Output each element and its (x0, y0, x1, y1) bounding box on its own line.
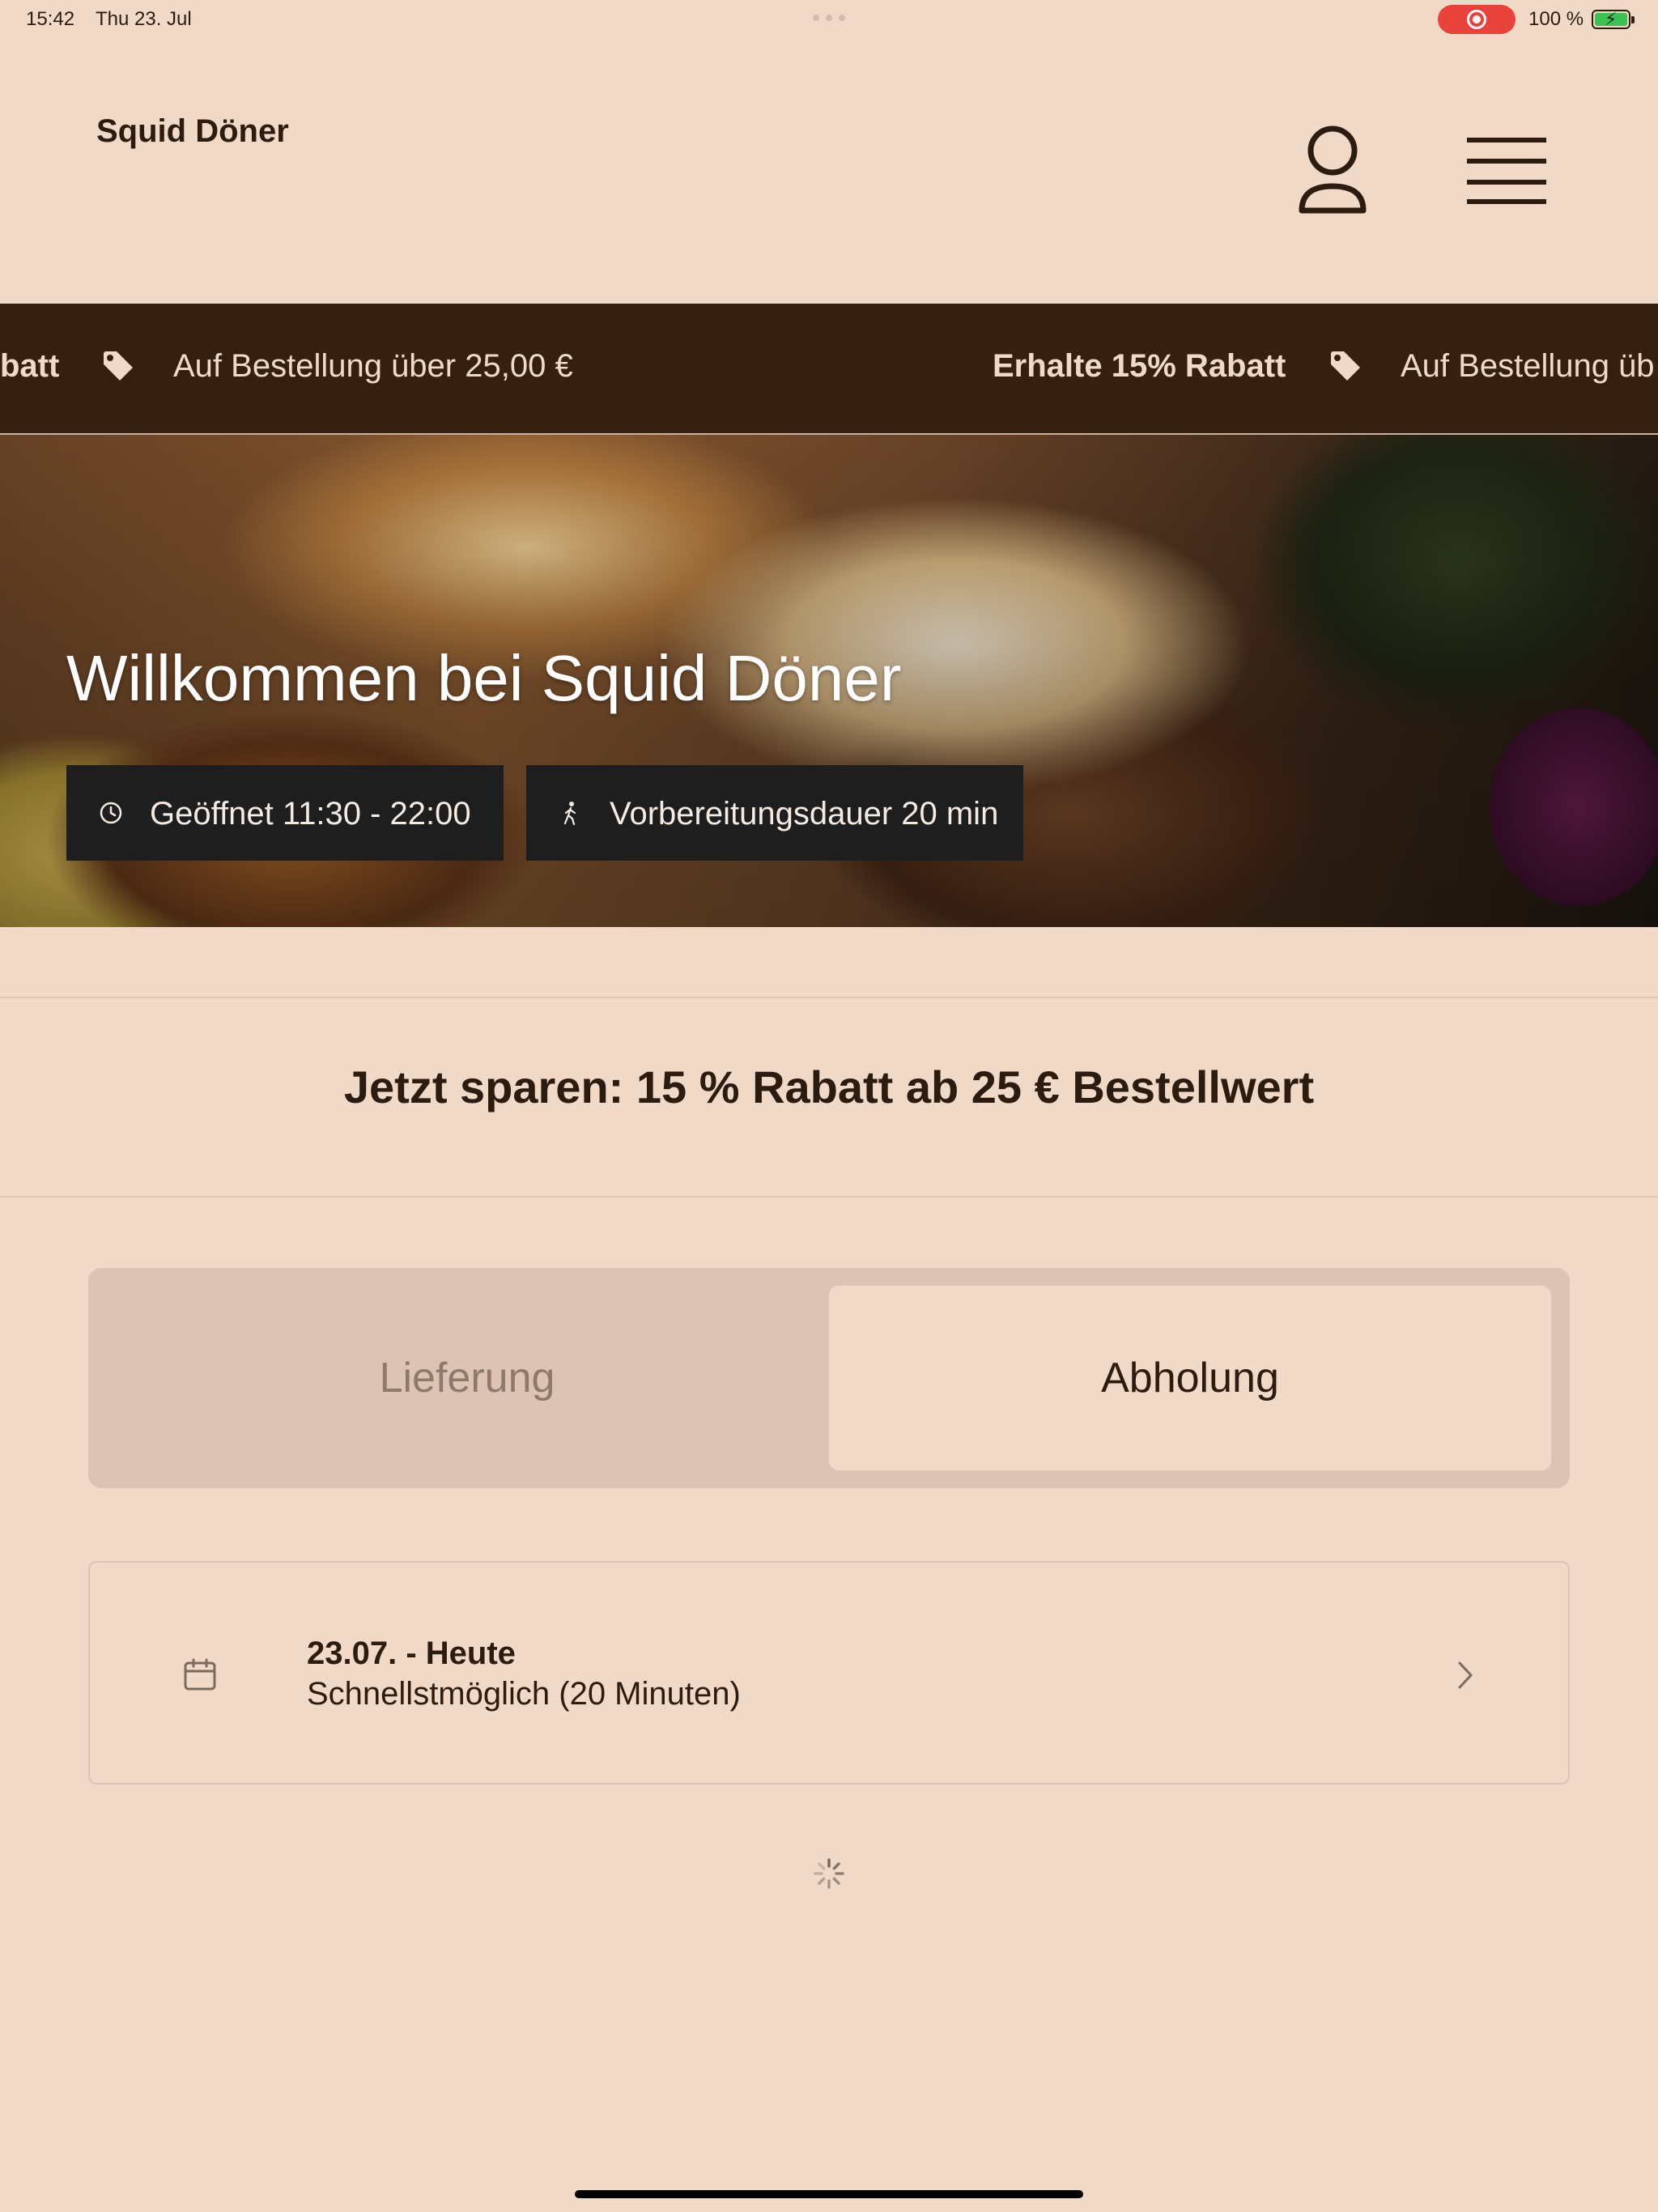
ticker-bold-text: Erhalte 15% Rabatt (993, 348, 1286, 384)
user-icon (1299, 125, 1367, 214)
opening-hours-text: Geöffnet 11:30 - 22:00 (150, 796, 471, 832)
opening-hours-chip: Geöffnet 11:30 - 22:00 (66, 765, 504, 861)
delivery-option[interactable]: Lieferung (106, 1286, 828, 1470)
promo-ticker: batt Auf Bestellung über 25,00 € Erhalte… (0, 304, 1658, 435)
pickup-date: 23.07. - Heute (307, 1636, 516, 1671)
order-mode-toggle: Lieferung Abholung (88, 1268, 1570, 1488)
prep-time-chip: Vorbereitungsdauer 20 min (526, 765, 1023, 861)
status-bar: 15:42 Thu 23. Jul 100 % ⚡ (0, 0, 1658, 39)
ticker-text: Auf Bestellung über 25,00 € (173, 348, 573, 384)
ticker-bold-text: batt (0, 348, 60, 384)
ticker-text: Auf Bestellung üb (1401, 348, 1655, 384)
pickup-option-label: Abholung (1101, 1355, 1279, 1402)
tag-icon (1331, 351, 1360, 381)
home-indicator[interactable] (575, 2190, 1083, 2198)
hamburger-menu-icon (1467, 138, 1546, 204)
chevron-right-icon (1458, 1661, 1473, 1689)
battery-icon: ⚡ (1592, 9, 1635, 29)
battery-percentage: 100 % (1528, 8, 1584, 30)
status-date: Thu 23. Jul (96, 8, 192, 30)
pickup-time-description: Schnellstmöglich (20 Minuten) (307, 1676, 741, 1712)
hero-banner: Willkommen bei Squid Döner Geöffnet 11:3… (0, 435, 1658, 927)
screen-recording-icon[interactable] (1438, 5, 1516, 34)
calendar-icon (184, 1658, 216, 1691)
loading-spinner-icon (814, 1858, 844, 1889)
menu-button[interactable] (1464, 136, 1550, 206)
pickup-option[interactable]: Abholung (829, 1286, 1551, 1470)
multitasking-dots-icon[interactable] (813, 15, 845, 21)
pickup-time-selector[interactable]: 23.07. - Heute Schnellstmöglich (20 Minu… (88, 1561, 1570, 1784)
status-time: 15:42 (26, 8, 75, 30)
prep-time-text: Vorbereitungsdauer 20 min (610, 796, 999, 832)
hero-title: Willkommen bei Squid Döner (66, 642, 902, 714)
walking-person-icon (563, 802, 576, 825)
app-header (0, 39, 1658, 304)
divider (0, 997, 1658, 998)
account-button[interactable] (1292, 121, 1373, 219)
brand-name[interactable]: Squid Döner (96, 113, 289, 150)
tag-icon (104, 351, 133, 381)
delivery-option-label: Lieferung (379, 1355, 555, 1402)
divider (0, 1196, 1658, 1197)
clock-icon (100, 802, 122, 824)
promo-headline: Jetzt sparen: 15 % Rabatt ab 25 € Bestel… (343, 1061, 1315, 1112)
